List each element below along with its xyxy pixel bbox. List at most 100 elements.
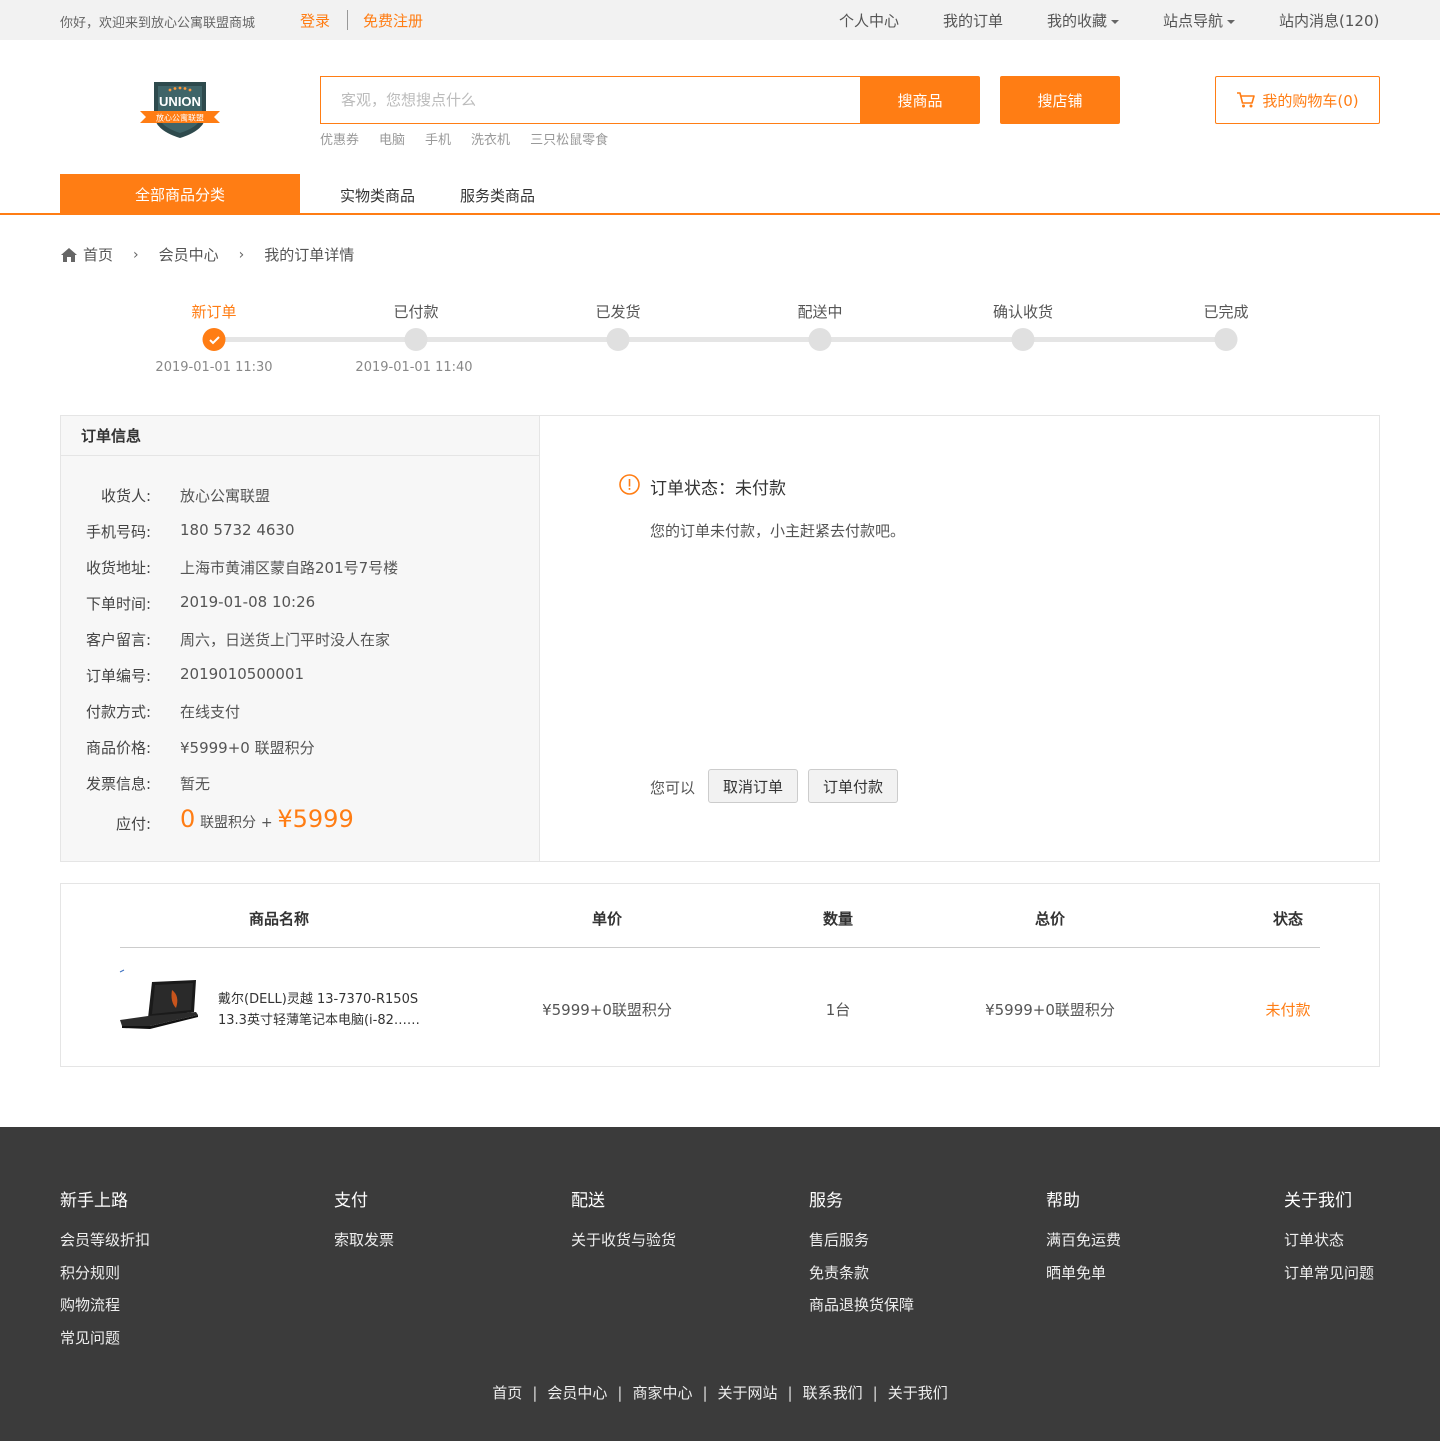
payable-plus: + [260,815,273,831]
product-unit-price: ¥5999+0联盟积分 [542,1001,672,1019]
footer-bottom-link[interactable]: 联系我们 [803,1384,863,1402]
search-input[interactable] [321,77,860,123]
site-logo[interactable]: UNION 放心公寓联盟 [140,80,220,140]
search-shops-button[interactable]: 搜店铺 [1000,76,1120,124]
info-value: ¥5999+0 联盟积分 [180,739,315,757]
product-total: ¥5999+0联盟积分 [985,1001,1115,1019]
step-dot [404,328,428,351]
warning-icon [619,474,640,495]
check-icon [208,335,220,344]
footer-link[interactable]: 订单常见问题 [1284,1262,1374,1295]
welcome-text: 你好，欢迎来到放心公寓联盟商城 [60,16,256,31]
footer-link[interactable]: 索取发票 [334,1229,394,1262]
chevron-right-icon: › [238,246,245,263]
personal-center-link[interactable]: 个人中心 [839,10,899,31]
column-header-name: 商品名称 [248,910,310,928]
site-nav-dropdown[interactable]: 站点导航 [1163,10,1236,31]
category-service[interactable]: 服务类商品 [460,185,535,206]
column-header-status: 状态 [1272,910,1304,928]
divider: | [872,1384,878,1402]
table-header-divider [120,947,1320,948]
info-key: 收货地址: [85,559,151,577]
step-label: 新订单 [191,303,237,321]
product-thumbnail[interactable] [118,968,200,1030]
payable-points-unit: 联盟积分 [200,815,257,831]
footer-column: 关于我们 订单状态 订单常见问题 [1284,1186,1374,1294]
footer-column: 新手上路 会员等级折扣 积分规则 购物流程 常见问题 [60,1186,150,1360]
product-status: 未付款 [1265,1001,1311,1019]
info-key: 下单时间: [85,595,151,613]
hotword-link[interactable]: 电脑 [379,133,405,148]
column-header-total: 总价 [1034,910,1066,928]
step-time: 2019-01-01 11:40 [355,360,473,375]
my-favorites-dropdown[interactable]: 我的收藏 [1047,10,1120,31]
login-link[interactable]: 登录 [300,10,330,31]
chevron-right-icon: › [133,246,139,263]
caret-down-icon [1111,19,1120,24]
payable-label: 应付: [115,815,151,833]
breadcrumb-current: 我的订单详情 [264,246,355,264]
footer-column: 配送 关于收货与验货 [571,1186,676,1262]
order-status-desc: 您的订单未付款，小主赶紧去付款吧。 [650,522,906,540]
hotword-link[interactable]: 三只松鼠零食 [530,133,608,148]
divider: | [787,1384,793,1402]
cart-button[interactable]: 我的购物车(0) [1215,76,1380,124]
step-label: 确认收货 [992,303,1054,321]
breadcrumb-member[interactable]: 会员中心 [159,244,219,265]
logo-text: UNION [159,94,201,109]
footer-bottom-link[interactable]: 关于网站 [718,1384,778,1402]
hotword-link[interactable]: 手机 [425,133,451,148]
footer-column-title: 帮助 [1046,1191,1080,1211]
category-physical[interactable]: 实物类商品 [340,185,415,206]
column-header-unit-price: 单价 [591,910,623,928]
divider: | [532,1384,538,1402]
info-key: 订单编号: [85,667,151,685]
footer-link[interactable]: 常见问题 [60,1327,150,1360]
column-header-qty: 数量 [822,910,854,928]
footer-column-title: 支付 [334,1191,368,1211]
footer-bottom-links: 首页 | 会员中心 | 商家中心 | 关于网站 | 联系我们 | 关于我们 [0,1382,1440,1403]
payable-amount: ¥5999 [277,805,354,833]
info-key: 商品价格: [85,739,151,757]
footer-link[interactable]: 晒单免单 [1046,1262,1121,1295]
footer-link[interactable]: 关于收货与验货 [571,1229,676,1262]
hotword-link[interactable]: 洗衣机 [471,133,510,148]
footer-bottom-link[interactable]: 会员中心 [547,1384,607,1402]
info-value: 放心公寓联盟 [180,487,271,505]
product-qty: 1台 [825,1001,851,1019]
footer-bottom-link[interactable]: 首页 [492,1384,522,1402]
register-link[interactable]: 免费注册 [363,10,423,31]
divider [347,10,348,30]
footer-link[interactable]: 会员等级折扣 [60,1229,150,1262]
footer-link[interactable]: 购物流程 [60,1294,150,1327]
messages-link[interactable]: 站内消息(120) [1279,10,1379,31]
top-bar: 你好，欢迎来到放心公寓联盟商城 登录 免费注册 个人中心 我的订单 我的收藏 站… [0,0,1440,40]
footer-link[interactable]: 积分规则 [60,1262,150,1295]
footer-column: 服务 售后服务 免责条款 商品退换货保障 [809,1186,914,1327]
footer-column: 帮助 满百免运费 晒单免单 [1046,1186,1121,1294]
footer-link[interactable]: 商品退换货保障 [809,1294,914,1327]
cancel-order-button[interactable]: 取消订单 [708,769,798,803]
footer-link[interactable]: 订单状态 [1284,1229,1374,1262]
footer-bottom-link[interactable]: 商家中心 [632,1384,692,1402]
step-dot [606,328,630,351]
info-value: 周六，日送货上门平时没人在家 [180,631,391,649]
order-info-panel: 订单信息 收货人: 放心公寓联盟 手机号码: 180 5732 4630 收货地址:… [60,415,540,862]
caret-down-icon [1227,19,1236,24]
footer-link[interactable]: 售后服务 [809,1229,914,1262]
pay-order-button[interactable]: 订单付款 [808,769,898,803]
breadcrumb-home[interactable]: 首页 [83,244,113,265]
all-categories-button[interactable]: 全部商品分类 [60,174,300,214]
info-key: 付款方式: [85,703,151,721]
footer-column: 支付 索取发票 [334,1186,394,1262]
hotword-link[interactable]: 优惠券 [320,133,359,148]
product-name[interactable]: 戴尔(DELL)灵越 13-7370-R150S 13.3英寸轻薄笔记本电脑(i… [218,989,448,1031]
product-name-line: 13.3英寸轻薄笔记本电脑(i-82…… [218,1013,420,1028]
my-orders-link[interactable]: 我的订单 [943,10,1003,31]
divider: | [702,1384,708,1402]
footer-bottom-link[interactable]: 关于我们 [888,1384,948,1402]
footer-link[interactable]: 满百免运费 [1046,1229,1121,1262]
search-goods-button[interactable]: 搜商品 [860,76,980,124]
cart-icon [1237,92,1256,108]
footer-link[interactable]: 免责条款 [809,1262,914,1295]
